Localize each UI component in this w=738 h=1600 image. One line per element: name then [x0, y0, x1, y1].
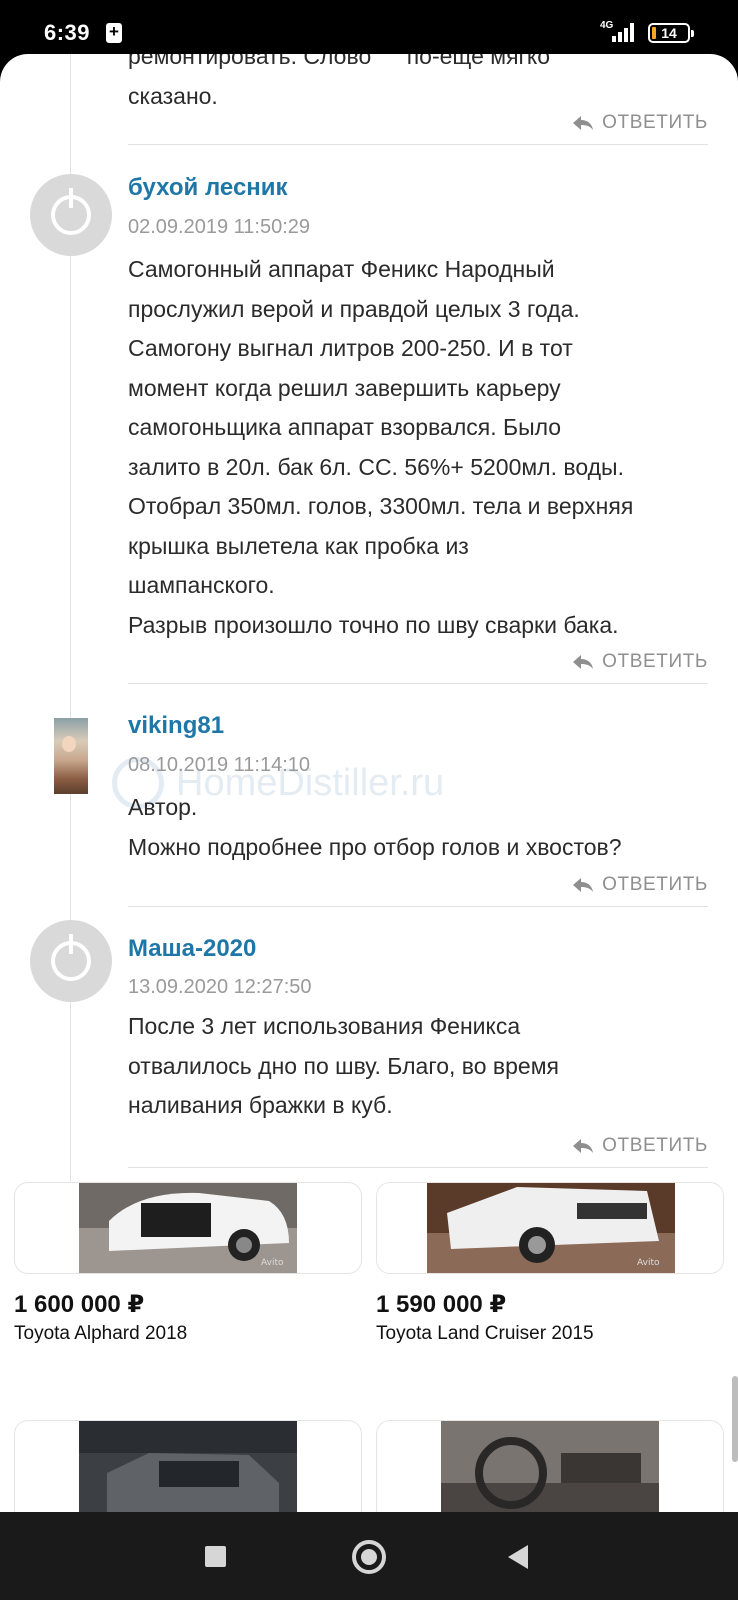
- ad-price[interactable]: 1 590 000 ₽: [376, 1290, 506, 1319]
- comment-line: Разрыв произошло точно по шву сварки бак…: [128, 611, 619, 638]
- ad-card[interactable]: Avito: [14, 1182, 362, 1274]
- comment-line: сказано.: [128, 82, 218, 109]
- comment-divider: [128, 906, 708, 907]
- comment-text: Самогонный аппарат Феникс Народный просл…: [128, 250, 718, 645]
- comment-line: Самогону выгнал литров 200-250. И в тот: [128, 335, 573, 361]
- comment-line: Отобрал 350мл. голов, 3300мл. тела и вер…: [128, 493, 634, 519]
- comment-line: После 3 лет использования Феникса: [128, 1013, 521, 1039]
- comment-date: 08.10.2019 11:14:10: [128, 754, 311, 776]
- avito-badge: Avito: [261, 1258, 284, 1268]
- comment-line: ремонтировать. Слово " " по-еще мягко: [128, 54, 551, 69]
- comment-line: отвалилось дно по шву. Благо, во время: [128, 1052, 559, 1079]
- reply-label: ОТВЕТИТЬ: [602, 651, 708, 672]
- page-content[interactable]: HomeDistiller.ru ремонтировать. Слово " …: [0, 54, 738, 1512]
- comment-author[interactable]: Маша-2020: [128, 935, 256, 963]
- reply-label: ОТВЕТИТЬ: [602, 1135, 708, 1156]
- comment-author[interactable]: бухой лесник: [128, 174, 288, 202]
- reply-button[interactable]: ОТВЕТИТЬ: [572, 651, 708, 673]
- reply-label: ОТВЕТИТЬ: [602, 112, 708, 133]
- car-image[interactable]: Avito: [427, 1183, 675, 1273]
- reply-icon: [573, 878, 594, 892]
- comment-text: Автор. Можно подробнее про отбор голов и…: [128, 788, 718, 867]
- comment-date: 02.09.2019 11:50:29: [128, 216, 311, 238]
- avito-badge: Avito: [637, 1258, 660, 1268]
- comment-text: ремонтировать. Слово " " по-еще мягко ск…: [128, 54, 718, 116]
- ad-card[interactable]: [376, 1420, 724, 1512]
- comment-text: После 3 лет использования Феникса отвали…: [128, 1007, 718, 1126]
- comment-line: Можно подробнее про отбор голов и хвосто…: [128, 833, 622, 860]
- battery-icon: 14: [648, 23, 694, 43]
- reply-button[interactable]: ОТВЕТИТЬ: [572, 874, 708, 896]
- ad-title[interactable]: Toyota Land Cruiser 2015: [376, 1323, 594, 1345]
- comment-line: залито в 20л. бак 6л. СС. 56%+ 5200мл. в…: [128, 453, 624, 480]
- reply-button[interactable]: ОТВЕТИТЬ: [572, 1135, 708, 1157]
- ad-price[interactable]: 1 600 000 ₽: [14, 1290, 144, 1319]
- comment-line: наливания бражки в куб.: [128, 1092, 393, 1118]
- reply-label: ОТВЕТИТЬ: [602, 874, 708, 895]
- comment-line: Автор.: [128, 794, 198, 820]
- scrollbar[interactable]: [732, 1376, 738, 1462]
- comment-line: Самогонный аппарат Феникс Народный: [128, 256, 555, 282]
- comment-line: самогоньщика аппарат взорвался. Было: [128, 414, 562, 440]
- reply-button[interactable]: ОТВЕТИТЬ: [572, 112, 708, 134]
- user-avatar[interactable]: [54, 718, 88, 794]
- default-avatar-icon[interactable]: [30, 174, 112, 256]
- ad-card[interactable]: [14, 1420, 362, 1512]
- comment-author[interactable]: viking81: [128, 712, 224, 740]
- signal-icon: [612, 22, 638, 42]
- back-icon[interactable]: [508, 1545, 528, 1569]
- recent-apps-icon[interactable]: [205, 1546, 226, 1567]
- status-time: 6:39: [44, 20, 91, 45]
- comment-date: 13.09.2020 12:27:50: [128, 976, 312, 998]
- comment-divider: [128, 683, 708, 684]
- ad-title[interactable]: Toyota Alphard 2018: [14, 1323, 187, 1345]
- car-image[interactable]: [79, 1421, 297, 1512]
- comment-line: прослужил верой и правдой целых 3 года.: [128, 295, 580, 322]
- comment-divider: [128, 144, 708, 145]
- comment-divider: [128, 1167, 708, 1168]
- comment-line: шампанского.: [128, 572, 275, 598]
- reply-icon: [573, 116, 594, 130]
- car-image[interactable]: Avito: [79, 1183, 297, 1273]
- system-nav-bar: [0, 1512, 738, 1600]
- comment-line: крышка вылетела как пробка из: [128, 532, 469, 559]
- save-notification-icon: [106, 22, 122, 43]
- reply-icon: [573, 1139, 594, 1153]
- default-avatar-icon[interactable]: [30, 920, 112, 1002]
- comment-line: момент когда решил завершить карьеру: [128, 374, 561, 401]
- ad-card[interactable]: Avito: [376, 1182, 724, 1274]
- reply-icon: [573, 655, 594, 669]
- car-image[interactable]: [441, 1421, 659, 1512]
- home-icon[interactable]: [352, 1540, 386, 1574]
